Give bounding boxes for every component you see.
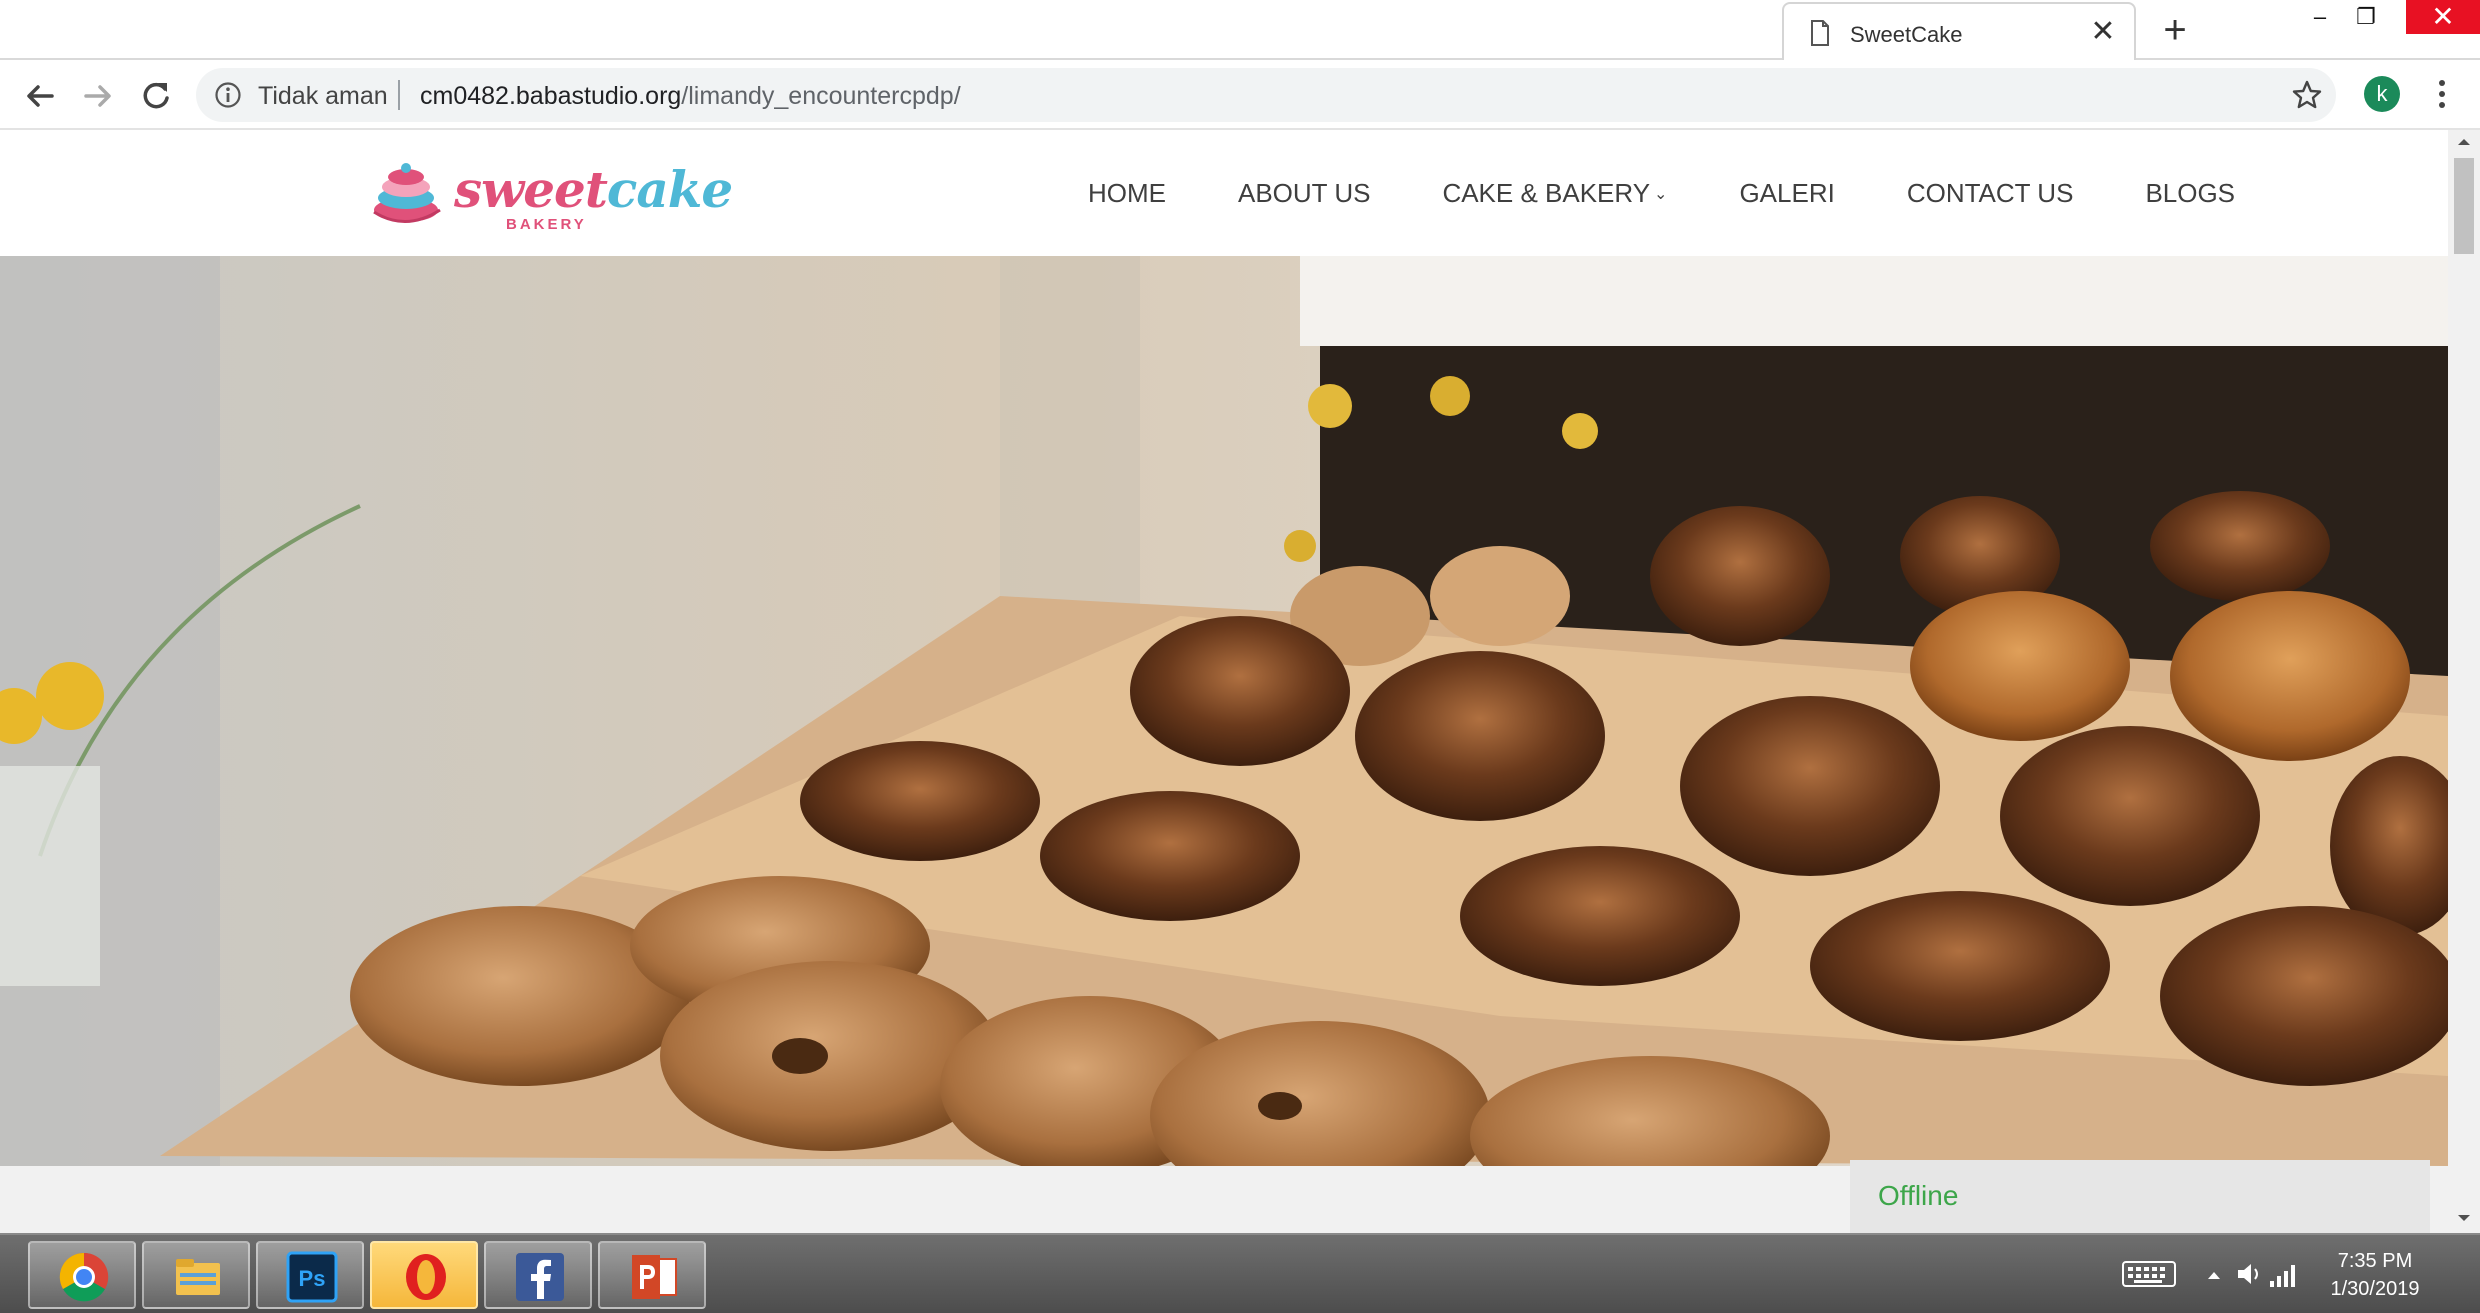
nav-contact-us[interactable]: CONTACT US [1907, 178, 2074, 209]
logo-word-sweet: sweet [454, 160, 608, 219]
cake-logo-icon [373, 163, 441, 223]
tab-sweetcake[interactable]: SweetCake ✕ [1782, 2, 2136, 60]
back-arrow-icon[interactable] [18, 74, 62, 118]
logo-subtitle: BAKERY [506, 216, 587, 233]
opera-icon [406, 1254, 446, 1300]
taskbar-opera[interactable] [370, 1241, 478, 1309]
hero-image [0, 256, 2448, 1166]
taskbar-powerpoint[interactable] [598, 1241, 706, 1309]
clock-time: 7:35 PM [2337, 1250, 2413, 1272]
logo-wordmark: sweetcake [454, 160, 733, 219]
reload-icon[interactable] [134, 74, 178, 118]
scrollbar-thumb[interactable] [2454, 158, 2474, 254]
powerpoint-icon [632, 1255, 677, 1299]
site-header: sweetcake BAKERY HOME ABOUT US CAKE & BA… [0, 130, 2448, 256]
page-viewport: sweetcake BAKERY HOME ABOUT US CAKE & BA… [0, 130, 2480, 1233]
page-icon [1811, 20, 1829, 46]
url-host: cm0482.babastudio.org [420, 82, 682, 110]
show-hidden-icons-icon[interactable] [2206, 1259, 2222, 1289]
logo-word-cake: cake [606, 160, 733, 219]
tab-close-button[interactable]: ✕ [2086, 15, 2120, 49]
chat-status-bar[interactable]: Offline [1850, 1160, 2430, 1233]
windows-taskbar: Ps 7:35 PM 1/30/2019 [0, 1233, 2480, 1313]
chrome-icon [59, 1252, 109, 1302]
taskbar-photoshop[interactable]: Ps [256, 1241, 364, 1309]
scroll-down-arrow-icon[interactable] [2456, 1210, 2472, 1226]
taskbar-chrome[interactable] [28, 1241, 136, 1309]
nav-blogs[interactable]: BLOGS [2145, 178, 2235, 209]
network-signal-icon[interactable] [2268, 1259, 2298, 1289]
photoshop-icon: Ps [286, 1251, 338, 1303]
keyboard-icon[interactable] [2122, 1259, 2176, 1289]
security-label: Tidak aman [258, 82, 388, 110]
photoshop-label: Ps [299, 1266, 326, 1291]
chevron-down-icon: ⌄ [1654, 186, 1668, 203]
browser-toolbar: Tidak aman cm0482.babastudio.org/limandy… [0, 60, 2480, 130]
profile-avatar[interactable]: k [2364, 76, 2400, 112]
taskbar-facebook[interactable] [484, 1241, 592, 1309]
clock-date: 1/30/2019 [2330, 1278, 2420, 1300]
url-text[interactable]: cm0482.babastudio.org/limandy_encounterc… [420, 82, 961, 111]
address-bar[interactable]: Tidak aman cm0482.babastudio.org/limandy… [196, 68, 2336, 122]
bookmark-star-icon[interactable] [2290, 78, 2324, 112]
sweetcake-logo[interactable]: sweetcake BAKERY [370, 154, 733, 234]
nav-cake-bakery[interactable]: CAKE & BAKERY ⌄ [1442, 178, 1667, 209]
kebab-menu-icon[interactable] [2424, 74, 2460, 114]
nav-cake-bakery-label: CAKE & BAKERY [1442, 178, 1651, 208]
main-navigation: HOME ABOUT US CAKE & BAKERY ⌄ GALERI CONT… [1088, 178, 2307, 209]
tab-strip: SweetCake ✕ + – ❐ ✕ [0, 0, 2480, 60]
nav-galeri[interactable]: GALERI [1739, 178, 1834, 209]
info-icon[interactable] [214, 81, 242, 109]
forward-arrow-icon[interactable] [76, 74, 120, 118]
taskbar-clock[interactable]: 7:35 PM 1/30/2019 [2300, 1247, 2450, 1303]
restore-button[interactable]: ❐ [2336, 0, 2396, 34]
offline-label: Offline [1878, 1180, 1959, 1211]
nav-about-us[interactable]: ABOUT US [1238, 178, 1370, 209]
new-tab-button[interactable]: + [2152, 8, 2198, 54]
window-close-button[interactable]: ✕ [2406, 0, 2480, 34]
omnibox-separator [398, 80, 400, 110]
tab-title: SweetCake [1850, 22, 1963, 47]
taskbar-file-explorer[interactable] [142, 1241, 250, 1309]
url-path: /limandy_encountercpdp/ [681, 82, 961, 110]
bakery-pastries-photo [0, 256, 2448, 1166]
file-explorer-icon [176, 1259, 220, 1295]
scroll-up-arrow-icon[interactable] [2456, 134, 2472, 150]
facebook-icon [516, 1253, 564, 1301]
nav-home[interactable]: HOME [1088, 178, 1166, 209]
page-scrollbar[interactable] [2448, 130, 2480, 1233]
volume-icon[interactable] [2236, 1259, 2264, 1289]
